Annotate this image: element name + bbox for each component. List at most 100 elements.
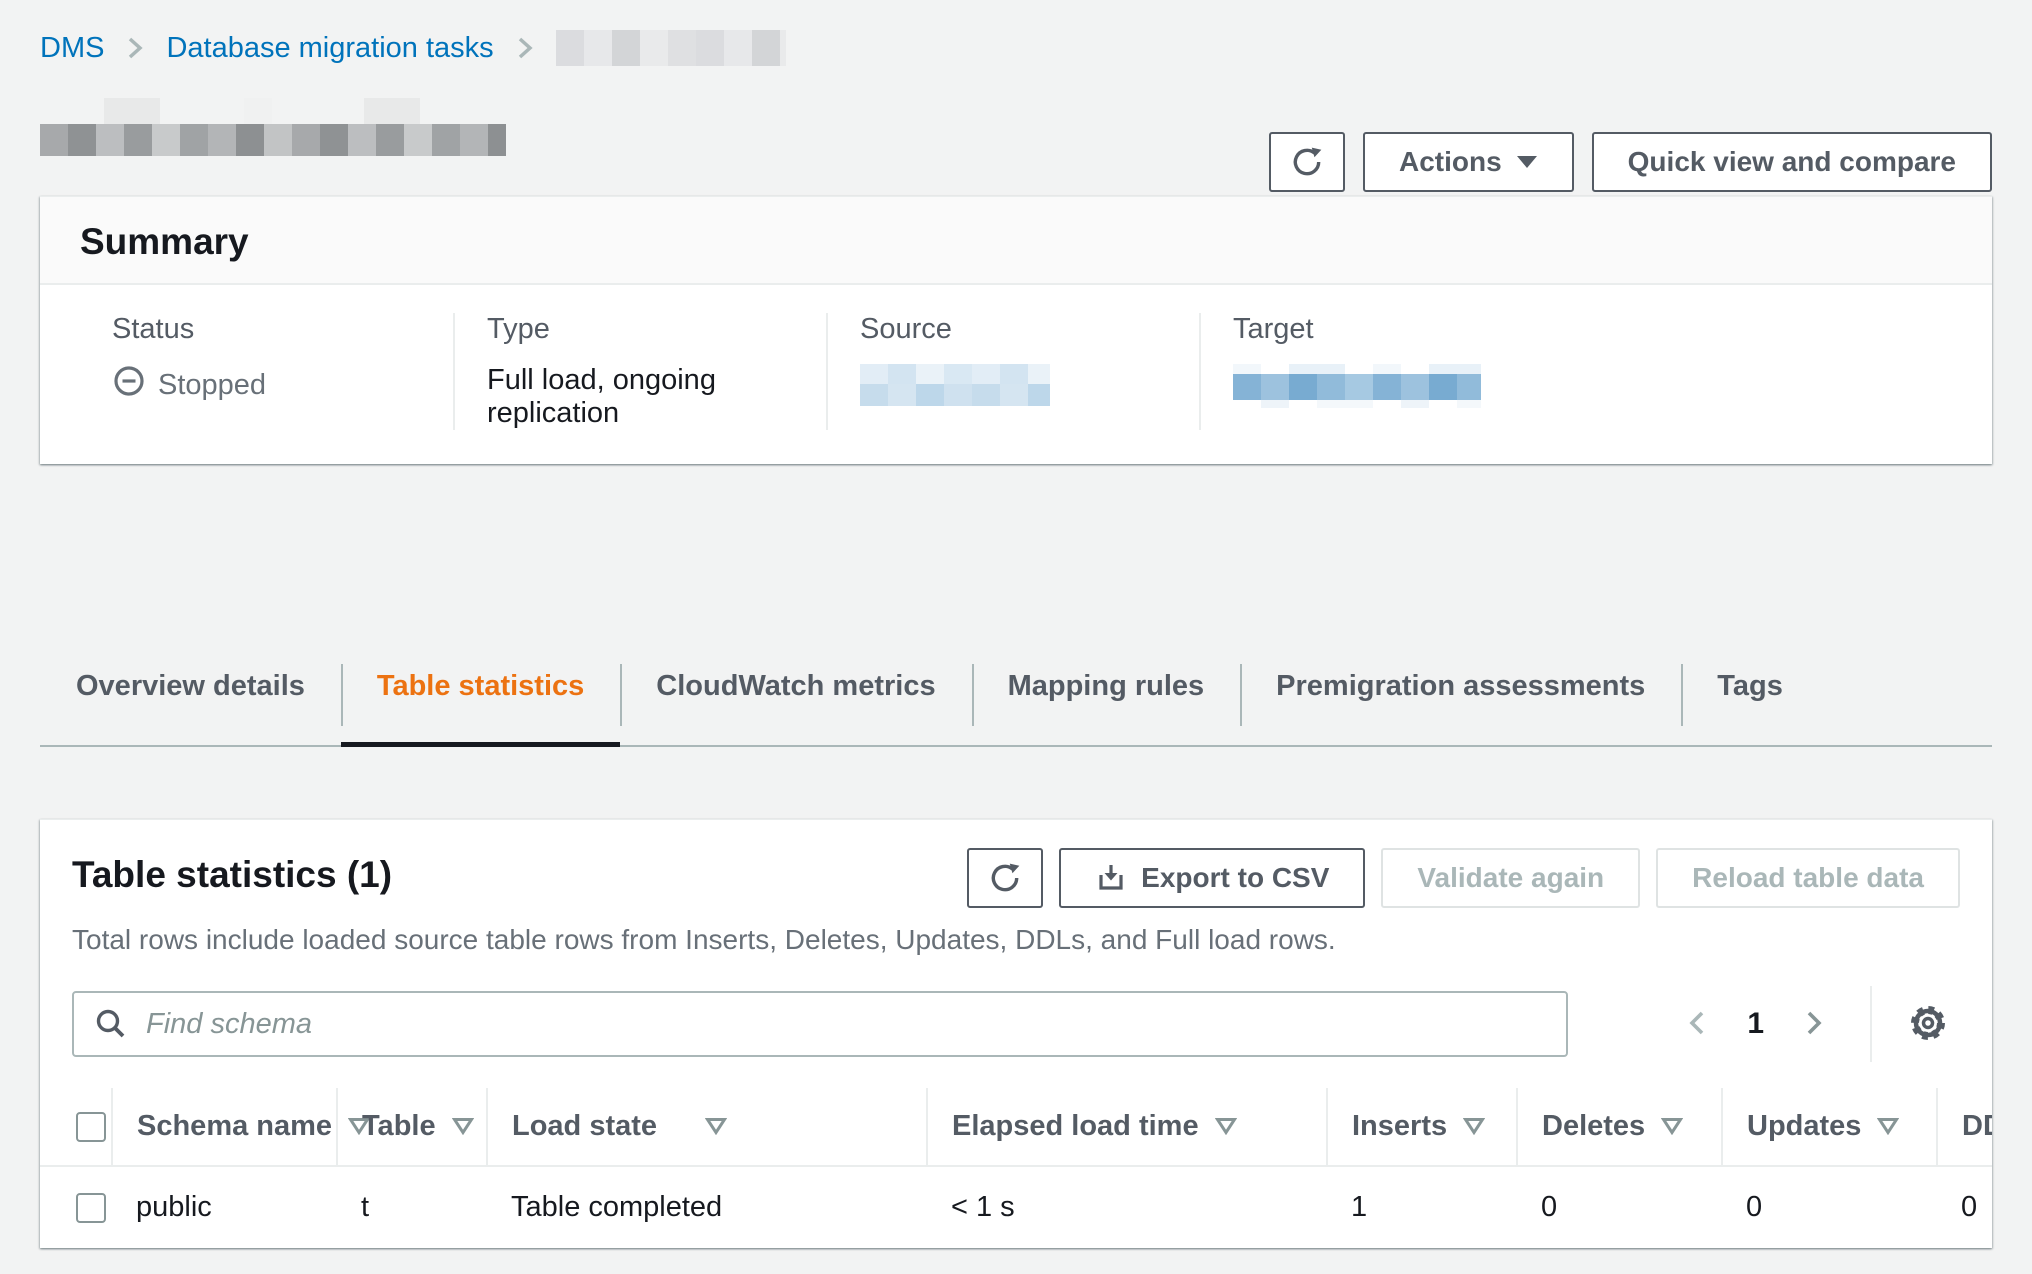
table-statistics-description: Total rows include loaded source table r… — [40, 924, 1992, 956]
actions-button[interactable]: Actions — [1363, 132, 1574, 192]
search-box — [72, 991, 1568, 1057]
pagination: 1 — [1675, 986, 1960, 1062]
type-value: Full load, ongoing replication — [487, 364, 826, 430]
summary-panel-header: Summary — [40, 197, 1992, 285]
summary-field-source: Source — [826, 313, 1199, 430]
task-name-redacted — [40, 98, 506, 156]
column-header-updates[interactable]: Updates — [1722, 1088, 1937, 1166]
search-row: 1 — [40, 956, 1992, 1088]
refresh-icon — [1290, 145, 1324, 179]
source-label: Source — [860, 313, 1199, 346]
breadcrumb: DMS Database migration tasks — [40, 30, 1992, 66]
summary-grid: Status Stopped Type Full load, ongoing r… — [40, 285, 1992, 464]
chevron-right-icon — [514, 33, 536, 63]
select-all-header — [40, 1088, 112, 1166]
sort-icon — [1877, 1110, 1899, 1143]
row-select-cell — [40, 1166, 112, 1248]
table-statistics-header: Table statistics (1) Export to CSV Valid… — [40, 848, 1992, 908]
tab-premigration-assessments[interactable]: Premigration assessments — [1240, 640, 1681, 745]
quick-view-and-compare-button[interactable]: Quick view and compare — [1592, 132, 1992, 192]
preferences-button[interactable] — [1902, 997, 1954, 1052]
cell-load-state: Table completed — [487, 1166, 927, 1248]
cell-ddls: 0 — [1937, 1166, 1992, 1248]
current-page-number: 1 — [1747, 1007, 1764, 1041]
cell-elapsed-load-time: < 1 s — [927, 1166, 1327, 1248]
status-label: Status — [112, 313, 453, 346]
cell-inserts: 1 — [1327, 1166, 1517, 1248]
column-label: DDLs — [1962, 1110, 1992, 1143]
row-checkbox[interactable] — [76, 1193, 106, 1223]
table-statistics-table: Schema name Table Load state — [40, 1088, 1992, 1248]
column-header-elapsed-load-time[interactable]: Elapsed load time — [927, 1088, 1327, 1166]
reload-table-data-label: Reload table data — [1692, 862, 1924, 894]
target-value-redacted — [1233, 364, 1481, 408]
dms-task-page: DMS Database migration tasks Actions — [0, 30, 2032, 1248]
column-label: Elapsed load time — [952, 1110, 1199, 1143]
select-all-checkbox[interactable] — [76, 1112, 106, 1142]
table-statistics-panel: Table statistics (1) Export to CSV Valid… — [40, 819, 1992, 1248]
breadcrumb-link-tasks[interactable]: Database migration tasks — [166, 32, 493, 65]
column-header-load-state[interactable]: Load state — [487, 1088, 927, 1166]
column-header-inserts[interactable]: Inserts — [1327, 1088, 1517, 1166]
validate-again-button: Validate again — [1381, 848, 1640, 908]
gear-icon — [1908, 1003, 1948, 1046]
refresh-icon — [988, 861, 1022, 895]
table-row: public t Table completed < 1 s 1 0 0 0 — [40, 1166, 1992, 1248]
breadcrumb-task-name-redacted — [556, 30, 786, 66]
header-actions: Actions Quick view and compare — [1269, 132, 1992, 192]
type-label: Type — [487, 313, 826, 346]
actions-button-label: Actions — [1399, 146, 1502, 178]
column-label: Table — [362, 1110, 436, 1143]
sort-icon — [1463, 1110, 1485, 1143]
tab-table-statistics[interactable]: Table statistics — [341, 640, 620, 745]
chevron-right-icon — [1800, 1007, 1828, 1042]
breadcrumb-link-dms[interactable]: DMS — [40, 32, 104, 65]
task-detail-tabs: Overview details Table statistics CloudW… — [40, 640, 1992, 747]
previous-page-button[interactable] — [1675, 999, 1719, 1050]
reload-table-data-button: Reload table data — [1656, 848, 1960, 908]
tab-tags[interactable]: Tags — [1681, 640, 1819, 745]
column-header-deletes[interactable]: Deletes — [1517, 1088, 1722, 1166]
validate-again-label: Validate again — [1417, 862, 1604, 894]
summary-panel: Summary Status Stopped Type Full load, o… — [40, 196, 1992, 464]
chevron-right-icon — [124, 33, 146, 63]
table-statistics-buttons: Export to CSV Validate again Reload tabl… — [967, 848, 1960, 908]
cell-schema-name: public — [112, 1166, 337, 1248]
source-value-redacted — [860, 364, 1050, 406]
sort-icon — [452, 1110, 474, 1143]
page-header: Actions Quick view and compare — [40, 98, 1992, 192]
sort-icon — [1661, 1110, 1683, 1143]
status-text: Stopped — [158, 369, 266, 402]
column-header-ddls[interactable]: DDLs — [1937, 1088, 1992, 1166]
table-refresh-button[interactable] — [967, 848, 1043, 908]
summary-field-status: Status Stopped — [80, 313, 453, 430]
column-label: Updates — [1747, 1110, 1861, 1143]
find-schema-input[interactable] — [72, 991, 1568, 1057]
tab-mapping-rules[interactable]: Mapping rules — [972, 640, 1241, 745]
cell-deletes: 0 — [1517, 1166, 1722, 1248]
export-to-csv-button[interactable]: Export to CSV — [1059, 848, 1365, 908]
column-label: Inserts — [1352, 1110, 1447, 1143]
cell-updates: 0 — [1722, 1166, 1937, 1248]
column-header-schema-name[interactable]: Schema name — [112, 1088, 337, 1166]
next-page-button[interactable] — [1792, 999, 1836, 1050]
summary-field-type: Type Full load, ongoing replication — [453, 313, 826, 430]
cell-table: t — [337, 1166, 487, 1248]
column-label: Deletes — [1542, 1110, 1645, 1143]
refresh-button[interactable] — [1269, 132, 1345, 192]
tab-overview-details[interactable]: Overview details — [40, 640, 341, 745]
pagination-divider — [1870, 986, 1872, 1062]
minus-circle-icon — [112, 364, 146, 406]
caret-down-icon — [1516, 154, 1538, 170]
chevron-left-icon — [1683, 1007, 1711, 1042]
tab-cloudwatch-metrics[interactable]: CloudWatch metrics — [620, 640, 971, 745]
quick-view-label: Quick view and compare — [1628, 146, 1956, 178]
table-statistics-table-wrap: Schema name Table Load state — [40, 1088, 1992, 1248]
column-label: Schema name — [137, 1110, 332, 1143]
summary-title: Summary — [80, 221, 1952, 263]
target-label: Target — [1233, 313, 1572, 346]
table-statistics-title: Table statistics (1) — [72, 854, 392, 896]
export-to-csv-label: Export to CSV — [1141, 862, 1329, 894]
search-icon — [94, 1007, 128, 1046]
column-label: Load state — [512, 1110, 657, 1143]
